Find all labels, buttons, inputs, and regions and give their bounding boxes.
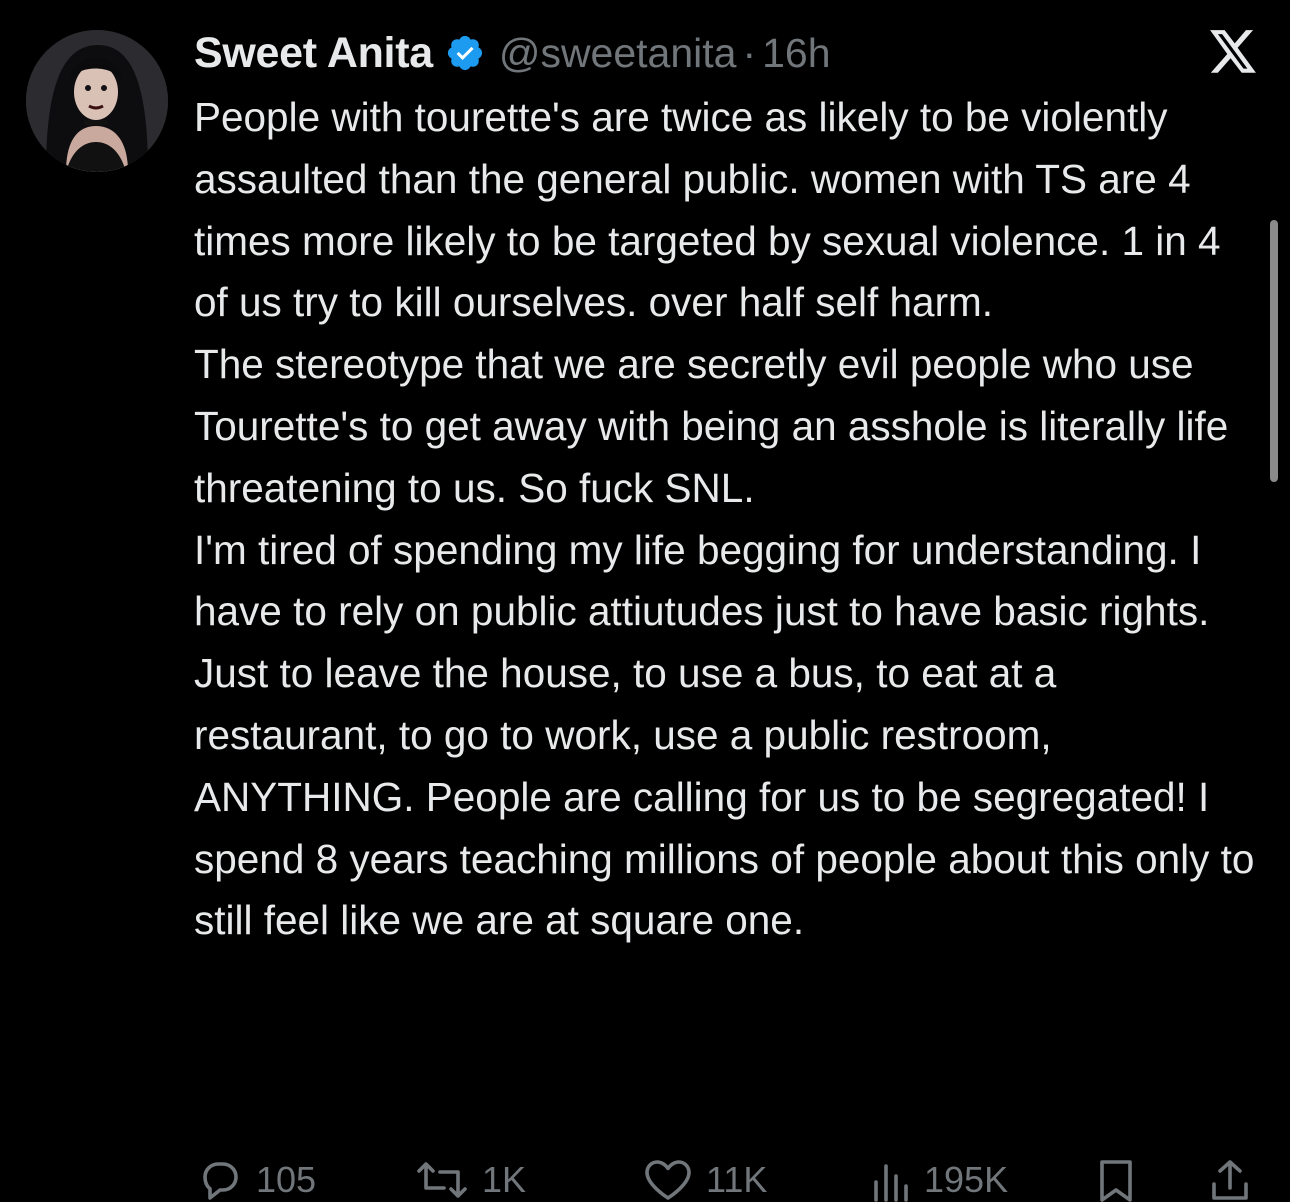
view-count: 195K [924,1159,1009,1200]
separator-dot: · [742,29,757,76]
tweet-paragraph: The stereotype that we are secretly evil… [194,341,1240,511]
verified-badge-icon [445,33,485,73]
tweet-header: Sweet Anita @sweetanita · 16h [194,28,831,78]
timestamp[interactable]: 16h [762,30,830,77]
reply-button[interactable]: 105 [196,1158,316,1202]
bookmark-icon [1100,1160,1132,1202]
tweet-paragraph: I'm tired of spending my life begging fo… [194,526,1266,944]
repost-icon [417,1162,467,1198]
reply-icon [203,1162,238,1200]
author-display-name[interactable]: Sweet Anita [194,29,433,78]
heart-icon [645,1160,691,1200]
x-logo-icon [1208,30,1258,76]
like-count: 11K [706,1159,768,1200]
author-handle[interactable]: @sweetanita [499,30,737,77]
tweet-actions: 105 1K 11K 195K [0,1150,1290,1202]
bookmark-button[interactable] [1096,1158,1136,1202]
repost-count: 1K [482,1159,527,1200]
tweet-text: People with tourette's are twice as like… [194,87,1259,952]
reply-count: 105 [256,1159,317,1200]
scrollbar[interactable] [1270,220,1278,482]
like-button[interactable]: 11K [642,1158,767,1202]
share-icon [1212,1160,1248,1200]
views-button[interactable]: 195K [868,1158,1008,1202]
tweet-paragraph: People with tourette's are twice as like… [194,94,1232,326]
share-button[interactable] [1208,1158,1252,1202]
repost-button[interactable]: 1K [414,1158,526,1202]
views-icon [874,1164,908,1202]
avatar[interactable] [26,30,168,172]
tweet[interactable]: Sweet Anita @sweetanita · 16h People wit… [0,0,1290,1202]
